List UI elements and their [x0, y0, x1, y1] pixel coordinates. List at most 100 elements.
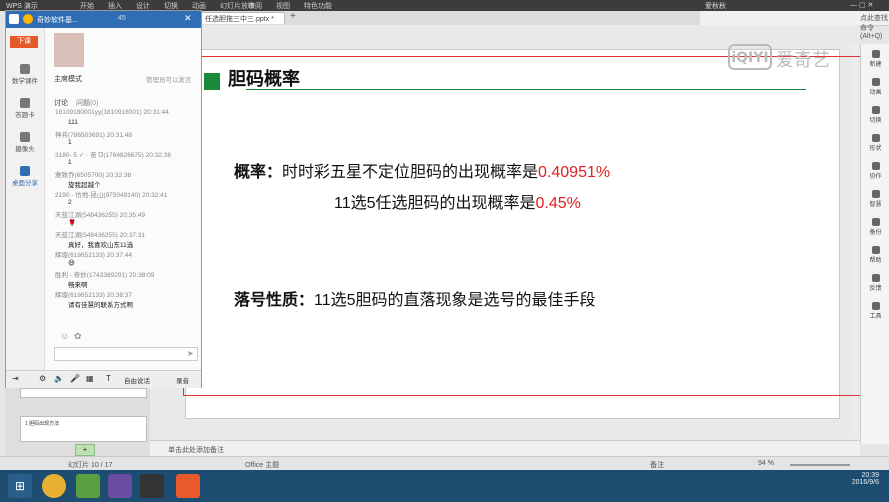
side-label: 桌面分享	[12, 180, 38, 187]
record-button[interactable]: 录音	[176, 375, 189, 385]
start-button[interactable]: ⊞	[8, 474, 32, 498]
doc-tabbar: 任选胆拖三中三.pptx * +	[200, 11, 700, 25]
pane-item[interactable]: 工具	[861, 302, 889, 320]
message-meta: 辉煌(618652133) 20:38:37	[55, 292, 132, 299]
message-body: 1	[68, 139, 72, 146]
menu-item[interactable]: 审阅	[248, 1, 262, 11]
message-body: 2	[68, 199, 72, 206]
settings-icon[interactable]: ⚙	[39, 374, 46, 383]
side-item-courseware[interactable]: 数学课件	[6, 64, 44, 85]
mic-icon[interactable]: 🎤	[70, 374, 80, 383]
whiteboard-icon[interactable]: ▦	[86, 374, 94, 383]
collab-icon	[871, 162, 880, 170]
pane-item-label: 新建	[869, 62, 882, 68]
emoji-icon[interactable]: ☺	[60, 331, 69, 341]
text-icon[interactable]: T	[106, 374, 111, 383]
pane-item[interactable]: 动画	[861, 78, 889, 96]
pane-item-label: 帮助	[869, 258, 882, 264]
help-icon	[871, 246, 880, 254]
add-slide-button[interactable]: +	[75, 444, 95, 456]
tab-discuss[interactable]: 讨论	[54, 100, 68, 107]
zoom-slider[interactable]	[790, 464, 850, 466]
animation-icon	[871, 78, 880, 86]
message-meta: 天蓝江湖(548436255) 20:35:49	[55, 212, 145, 219]
pane-item[interactable]: 新建	[861, 50, 889, 68]
chat-toolbar: ⇥ ⚙ 🔈 🎤 ▦ T 自由说话 录音	[6, 370, 201, 388]
thumbnail-next[interactable]: 1 胆码出现方法	[20, 416, 147, 442]
iqiyi-watermark: iQIYI 爱奇艺	[728, 42, 838, 72]
svg-text:iQIYI: iQIYI	[731, 50, 768, 66]
desktop-share-icon	[20, 166, 30, 176]
window-controls[interactable]: — ▢ ✕	[850, 1, 873, 9]
side-label: 数学课件	[12, 78, 38, 85]
question-count: (0)	[89, 100, 99, 107]
flower-icon[interactable]: ✿	[74, 331, 82, 342]
app-icon-4[interactable]	[140, 474, 164, 498]
message-body: 😆	[68, 260, 75, 267]
windows-icon: ⊞	[14, 479, 26, 493]
user-name[interactable]: 爱秋秋	[705, 1, 726, 11]
pane-item[interactable]: 智慧	[861, 190, 889, 208]
pane-item[interactable]: 形状	[861, 134, 889, 152]
message-meta: 雅致乔(6505700) 20:32:38	[55, 172, 132, 179]
pane-item-label: 切换	[869, 118, 882, 124]
tab-question[interactable]: 问题	[76, 100, 90, 107]
pane-item-label: 智慧	[869, 202, 882, 208]
chat-titlebar: 奇妙软件基... 45 ✕	[6, 11, 201, 28]
chrome-icon[interactable]	[42, 474, 66, 498]
new-tab-button[interactable]: +	[290, 11, 296, 22]
doc-tab[interactable]: 任选胆拖三中三.pptx *	[200, 12, 285, 24]
notes-pane[interactable]: 单击此处添加备注	[150, 440, 860, 457]
screen-share-frame	[183, 56, 883, 396]
pane-item[interactable]: 帮助	[861, 246, 889, 264]
chat-input[interactable]	[54, 347, 198, 361]
clock-time: 20:39	[861, 472, 879, 479]
command-search[interactable]: 点此查找命令 (Alt+Q)	[860, 13, 889, 40]
message-meta: 天蓝江湖(548436255) 20:37:31	[55, 232, 145, 239]
pane-item[interactable]: 切换	[861, 106, 889, 124]
shape-icon	[871, 134, 880, 142]
backup-icon	[871, 218, 880, 226]
admin-note: 管理员可以发言	[146, 77, 192, 84]
message-body: 真好，我喜欢山东11选	[68, 242, 134, 249]
menu-item[interactable]: 视图	[276, 1, 290, 11]
courseware-icon	[20, 64, 30, 74]
free-talk-button[interactable]: 自由说话	[124, 375, 150, 385]
feedback-icon	[871, 274, 880, 282]
mode-label[interactable]: 主席模式	[54, 74, 82, 84]
pane-item[interactable]: 反馈	[861, 274, 889, 292]
pane-item-label: 协作	[869, 174, 882, 180]
side-label: 摄像头	[15, 146, 35, 153]
pane-item-label: 形状	[869, 146, 882, 152]
app-icon-2[interactable]	[76, 474, 100, 498]
message-meta: 3180- 5 ✓ · 奋 ℧(1764826675) 20:32:38	[55, 152, 171, 159]
teacher-avatar	[54, 33, 84, 67]
wps-taskbar-icon[interactable]	[176, 474, 200, 498]
system-clock[interactable]: 20:39 2016/9/6	[852, 472, 879, 486]
thumbnail-prev[interactable]	[20, 388, 147, 398]
message-body: 旋我超越个	[68, 182, 101, 189]
menu-item[interactable]: 特色功能	[304, 1, 332, 11]
slide-thumbnails: 1 胆码出现方法 +	[5, 388, 150, 458]
speaker-icon[interactable]: 🔈	[54, 374, 64, 383]
app-icon-3[interactable]	[108, 474, 132, 498]
message-body: 111	[68, 119, 78, 126]
zoom-level[interactable]: 94 %	[758, 460, 774, 467]
end-class-button[interactable]: 下课	[10, 36, 38, 48]
home-icon[interactable]	[9, 14, 19, 24]
exit-icon[interactable]: ⇥	[12, 374, 19, 383]
pane-item[interactable]: 备份	[861, 218, 889, 236]
side-item-answer-card[interactable]: 答题卡	[6, 98, 44, 119]
avatar	[23, 14, 33, 24]
tools-icon	[871, 302, 880, 310]
camera-icon	[20, 132, 30, 142]
close-icon[interactable]: ✕	[184, 13, 192, 24]
send-icon[interactable]: ➤	[187, 349, 194, 358]
pane-item[interactable]: 协作	[861, 162, 889, 180]
side-item-desktop-share[interactable]: 桌面分享	[6, 166, 44, 187]
watermark-text: 爱奇艺	[776, 50, 830, 70]
right-task-pane: 新建动画切换形状协作智慧备份帮助反馈工具	[860, 44, 889, 444]
notes-toggle[interactable]: 备注	[650, 460, 664, 470]
side-item-camera[interactable]: 摄像头	[6, 132, 44, 153]
pane-item-label: 工具	[869, 314, 882, 320]
